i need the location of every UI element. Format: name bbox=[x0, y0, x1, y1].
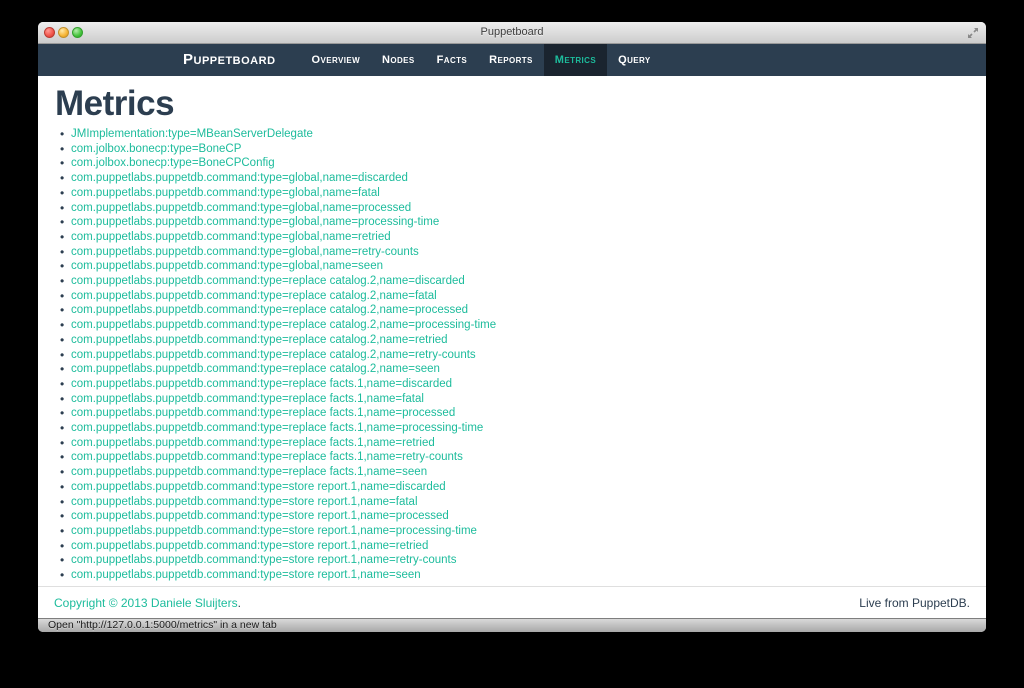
metric-link[interactable]: com.puppetlabs.puppetdb.command:type=rep… bbox=[60, 450, 986, 465]
metric-link[interactable]: com.puppetlabs.puppetdb.command:type=glo… bbox=[60, 259, 986, 274]
desktop: { "window": { "title": "Puppetboard", "s… bbox=[0, 0, 1024, 688]
metric-link[interactable]: com.puppetlabs.puppetdb.command:type=glo… bbox=[60, 215, 986, 230]
metric-link[interactable]: com.puppetlabs.puppetdb.command:type=rep… bbox=[60, 377, 986, 392]
minimize-window-button[interactable] bbox=[58, 27, 69, 38]
copyright-link[interactable]: Copyright © 2013 Daniele Sluijters bbox=[54, 596, 238, 610]
metric-link[interactable]: JMImplementation:type=MBeanServerDelegat… bbox=[60, 127, 986, 142]
copyright-period: . bbox=[237, 595, 241, 610]
app-window: Puppetboard Puppetboard Overview Nodes Fac… bbox=[38, 22, 986, 632]
metric-link[interactable]: com.puppetlabs.puppetdb.command:type=glo… bbox=[60, 186, 986, 201]
page-footer: Copyright © 2013 Daniele Sluijters. Live… bbox=[38, 585, 986, 610]
nav-item[interactable]: Overview bbox=[301, 44, 372, 76]
metric-link[interactable]: com.puppetlabs.puppetdb.command:type=sto… bbox=[60, 568, 986, 583]
metric-link[interactable]: com.puppetlabs.puppetdb.command:type=sto… bbox=[60, 539, 986, 554]
zoom-window-button[interactable] bbox=[72, 27, 83, 38]
metrics-list: JMImplementation:type=MBeanServerDelegat… bbox=[38, 127, 986, 583]
metric-link[interactable]: com.puppetlabs.puppetdb.command:type=sto… bbox=[60, 524, 986, 539]
metric-link[interactable]: com.puppetlabs.puppetdb.command:type=glo… bbox=[60, 171, 986, 186]
metric-link[interactable]: com.puppetlabs.puppetdb.command:type=glo… bbox=[60, 230, 986, 245]
traffic-lights bbox=[44, 27, 83, 38]
metric-link[interactable]: com.puppetlabs.puppetdb.command:type=rep… bbox=[60, 333, 986, 348]
navbar-brand[interactable]: Puppetboard bbox=[183, 44, 286, 76]
nav-item[interactable]: Query bbox=[607, 44, 662, 76]
metric-link[interactable]: com.jolbox.bonecp:type=BoneCPConfig bbox=[60, 156, 986, 171]
nav-item[interactable]: Metrics bbox=[543, 44, 608, 76]
window-title: Puppetboard bbox=[480, 26, 544, 38]
metric-link[interactable]: com.puppetlabs.puppetdb.command:type=rep… bbox=[60, 274, 986, 289]
metric-link[interactable]: com.puppetlabs.puppetdb.command:type=rep… bbox=[60, 289, 986, 304]
footer-status: Live from PuppetDB. bbox=[859, 595, 970, 610]
metric-link[interactable]: com.puppetlabs.puppetdb.command:type=rep… bbox=[60, 318, 986, 333]
navbar: Puppetboard Overview Nodes Facts Reports Met… bbox=[38, 44, 986, 76]
metric-link[interactable]: com.puppetlabs.puppetdb.command:type=rep… bbox=[60, 303, 986, 318]
nav-item[interactable]: Reports bbox=[478, 44, 544, 76]
fullscreen-icon[interactable] bbox=[967, 27, 979, 39]
metric-link[interactable]: com.puppetlabs.puppetdb.command:type=sto… bbox=[60, 495, 986, 510]
metric-link[interactable]: com.puppetlabs.puppetdb.command:type=rep… bbox=[60, 392, 986, 407]
metric-link[interactable]: com.puppetlabs.puppetdb.command:type=rep… bbox=[60, 348, 986, 363]
metric-link[interactable]: com.puppetlabs.puppetdb.command:type=rep… bbox=[60, 465, 986, 480]
metric-link[interactable]: com.puppetlabs.puppetdb.command:type=sto… bbox=[60, 480, 986, 495]
metric-link[interactable]: com.puppetlabs.puppetdb.command:type=sto… bbox=[60, 553, 986, 568]
navbar-menu: Overview Nodes Facts Reports Metrics Query bbox=[301, 44, 662, 76]
page-title: Metrics bbox=[55, 84, 175, 123]
copyright-text: Copyright © 2013 Daniele Sluijters. bbox=[54, 596, 241, 610]
status-bar-text: Open "http://127.0.0.1:5000/metrics" in … bbox=[48, 619, 277, 631]
metric-link[interactable]: com.puppetlabs.puppetdb.command:type=glo… bbox=[60, 245, 986, 260]
metric-link[interactable]: com.puppetlabs.puppetdb.command:type=rep… bbox=[60, 362, 986, 377]
metric-link[interactable]: com.puppetlabs.puppetdb.command:type=glo… bbox=[60, 201, 986, 216]
status-bar: Open "http://127.0.0.1:5000/metrics" in … bbox=[38, 618, 986, 632]
window-titlebar[interactable]: Puppetboard bbox=[38, 22, 986, 44]
main-content: Metrics JMImplementation:type=MBeanServe… bbox=[38, 76, 986, 618]
close-window-button[interactable] bbox=[44, 27, 55, 38]
metric-link[interactable]: com.puppetlabs.puppetdb.command:type=rep… bbox=[60, 406, 986, 421]
metric-link[interactable]: com.jolbox.bonecp:type=BoneCP bbox=[60, 142, 986, 157]
metric-link[interactable]: com.puppetlabs.puppetdb.command:type=rep… bbox=[60, 421, 986, 436]
nav-item[interactable]: Nodes bbox=[371, 44, 426, 76]
nav-item[interactable]: Facts bbox=[426, 44, 479, 76]
metric-link[interactable]: com.puppetlabs.puppetdb.command:type=rep… bbox=[60, 436, 986, 451]
metric-link[interactable]: com.puppetlabs.puppetdb.command:type=sto… bbox=[60, 509, 986, 524]
